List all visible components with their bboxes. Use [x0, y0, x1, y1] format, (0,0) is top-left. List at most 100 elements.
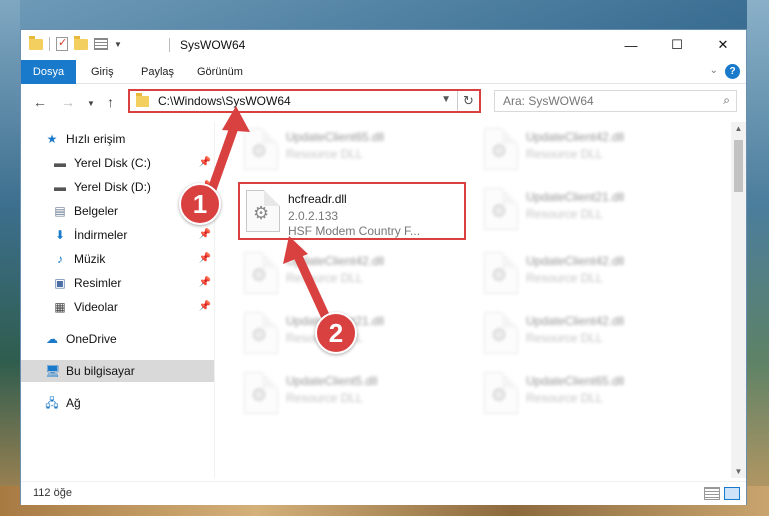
- desktop-background-left: [0, 0, 20, 516]
- sidebar-item-pictures[interactable]: ▣ Resimler 📌: [21, 272, 214, 294]
- navigation-bar: ← → ▼ ↑ C:\Windows\SysWOW64 ▼ ↻ Ara: Sys…: [21, 85, 746, 119]
- network-icon: 🖧: [45, 396, 59, 410]
- file-item-hcfreadr[interactable]: ⚙ hcfreadr.dll 2.0.2.133 HSF Modem Count…: [238, 182, 466, 240]
- drive-icon: ▬: [54, 180, 66, 194]
- chevron-down-icon[interactable]: ▼: [441, 94, 451, 105]
- search-input[interactable]: Ara: SysWOW64 ⌕: [494, 90, 737, 112]
- file-item[interactable]: ⚙ UpdateClient42.dll Resource DLL: [478, 122, 698, 178]
- file-description: Resource DLL: [526, 207, 603, 221]
- sidebar-item-label: İndirmeler: [74, 228, 128, 242]
- gear-icon: ⚙: [491, 385, 508, 405]
- gear-icon: ⚙: [491, 201, 508, 221]
- gear-icon: ⚙: [491, 325, 508, 345]
- quick-access-toolbar: ▼: [29, 35, 122, 51]
- view-properties-icon[interactable]: [94, 38, 108, 50]
- music-icon: ♪: [57, 252, 63, 266]
- pin-icon[interactable]: 📌: [199, 296, 211, 318]
- new-folder-icon[interactable]: [74, 35, 88, 50]
- sidebar-item-onedrive[interactable]: ☁ OneDrive: [21, 328, 214, 350]
- file-name: UpdateClient65.dll: [286, 130, 385, 144]
- up-arrow-icon[interactable]: ↑: [107, 94, 114, 110]
- file-name: UpdateClient65.dll: [526, 374, 625, 388]
- tab-file[interactable]: Dosya: [21, 60, 76, 84]
- file-description: Resource DLL: [526, 271, 603, 285]
- file-name: UpdateClient42.dll: [526, 314, 625, 328]
- file-item[interactable]: ⚙ UpdateClient42.dll Resource DLL: [238, 246, 458, 302]
- details-view-icon[interactable]: [704, 487, 720, 500]
- ribbon-tabs: Dosya Giriş Paylaş Görünüm ⌄ ?: [21, 60, 746, 84]
- file-item[interactable]: ⚙ UpdateClient65.dll Resource DLL: [478, 366, 698, 422]
- sidebar-item-network[interactable]: 🖧 Ağ: [21, 392, 214, 414]
- pane-divider[interactable]: [214, 122, 215, 478]
- address-bar[interactable]: C:\Windows\SysWOW64 ▼ ↻: [128, 89, 481, 113]
- scroll-up-icon[interactable]: ▲: [731, 124, 746, 133]
- sidebar-item-music[interactable]: ♪ Müzik 📌: [21, 248, 214, 270]
- sidebar-item-this-pc[interactable]: 🖥 Bu bilgisayar: [21, 360, 214, 382]
- divider: [169, 38, 170, 52]
- properties-check-icon[interactable]: [56, 36, 68, 51]
- title-bar: ▼ SysWOW64 — ☐ ✕: [21, 30, 746, 60]
- expand-ribbon-icon[interactable]: ⌄: [710, 65, 718, 76]
- file-name: UpdateClient42.dll: [286, 254, 385, 268]
- refresh-icon[interactable]: ↻: [457, 91, 479, 111]
- divider: [49, 37, 50, 51]
- back-arrow-icon[interactable]: ←: [33, 94, 47, 110]
- scrollbar-thumb[interactable]: [734, 140, 743, 192]
- address-path[interactable]: C:\Windows\SysWOW64: [158, 94, 291, 108]
- file-list: ⚙ UpdateClient65.dll Resource DLL ⚙ hcfr…: [226, 120, 731, 478]
- file-name: UpdateClient5.dll: [286, 374, 378, 388]
- file-description: HSF Modem Country F...: [288, 224, 421, 238]
- sidebar-item-videos[interactable]: ▦ Videolar 📌: [21, 296, 214, 318]
- pin-icon[interactable]: 📌: [199, 248, 211, 270]
- sidebar-item-downloads[interactable]: ⬇ İndirmeler 📌: [21, 224, 214, 246]
- file-description: Resource DLL: [526, 391, 603, 405]
- tab-view[interactable]: Görünüm: [187, 60, 253, 84]
- file-name: hcfreadr.dll: [288, 192, 347, 206]
- close-button[interactable]: ✕: [700, 30, 746, 60]
- pin-icon[interactable]: 📌: [199, 224, 211, 246]
- sidebar-item-label: Yerel Disk (D:): [74, 180, 151, 194]
- file-name: UpdateClient21.dll: [526, 190, 625, 204]
- file-item[interactable]: ⚙ UpdateClient5.dll Resource DLL: [238, 366, 458, 422]
- maximize-button[interactable]: ☐: [654, 30, 700, 60]
- recent-locations-chevron-icon[interactable]: ▼: [87, 99, 95, 108]
- sidebar-item-label: Yerel Disk (C:): [74, 156, 151, 170]
- scroll-down-icon[interactable]: ▼: [731, 467, 746, 476]
- file-item[interactable]: ⚙ UpdateClient65.dll Resource DLL: [238, 122, 458, 178]
- gear-icon: ⚙: [251, 325, 268, 345]
- sidebar-item-label: OneDrive: [66, 332, 117, 346]
- vertical-scrollbar[interactable]: ▲ ▼: [731, 122, 746, 478]
- large-icons-view-icon[interactable]: [724, 487, 740, 500]
- navigation-pane: ★ Hızlı erişim ▬ Yerel Disk (C:) 📌 ▬ Yer…: [21, 122, 214, 478]
- sidebar-item-label: Müzik: [74, 252, 106, 266]
- pin-icon[interactable]: 📌: [199, 272, 211, 294]
- view-switcher: [704, 487, 740, 500]
- search-placeholder: Ara: SysWOW64: [503, 94, 594, 108]
- sidebar-item-quick-access[interactable]: ★ Hızlı erişim: [21, 128, 214, 150]
- file-description: Resource DLL: [286, 391, 363, 405]
- gear-icon: ⚙: [491, 141, 508, 161]
- sidebar-item-label: Bu bilgisayar: [66, 364, 135, 378]
- sidebar-item-label: Ağ: [66, 396, 81, 410]
- sidebar-item-local-disk-c[interactable]: ▬ Yerel Disk (C:) 📌: [21, 152, 214, 174]
- pin-icon[interactable]: 📌: [199, 152, 211, 174]
- file-description: Resource DLL: [286, 271, 363, 285]
- file-item[interactable]: ⚙ UpdateClient42.dll Resource DLL: [478, 306, 698, 362]
- file-item[interactable]: ⚙ UpdateClient21.dll Resource DLL: [478, 182, 698, 238]
- sidebar-item-label: Belgeler: [74, 204, 119, 218]
- tab-share[interactable]: Paylaş: [131, 60, 184, 84]
- documents-icon: ▤: [54, 204, 66, 218]
- gear-icon: ⚙: [251, 265, 268, 285]
- file-item[interactable]: ⚙ UpdateClient42.dll Resource DLL: [478, 246, 698, 302]
- help-icon[interactable]: ?: [725, 64, 740, 79]
- tab-home[interactable]: Giriş: [81, 60, 124, 84]
- file-description: Resource DLL: [286, 147, 363, 161]
- status-bar: 112 öğe: [21, 481, 746, 505]
- cloud-icon: ☁: [46, 332, 58, 346]
- forward-arrow-icon[interactable]: →: [61, 94, 75, 110]
- search-icon[interactable]: ⌕: [723, 93, 730, 108]
- chevron-down-icon[interactable]: ▼: [114, 40, 122, 49]
- minimize-button[interactable]: —: [608, 30, 654, 60]
- item-count: 112 öğe: [33, 487, 72, 499]
- gear-icon: ⚙: [251, 141, 268, 161]
